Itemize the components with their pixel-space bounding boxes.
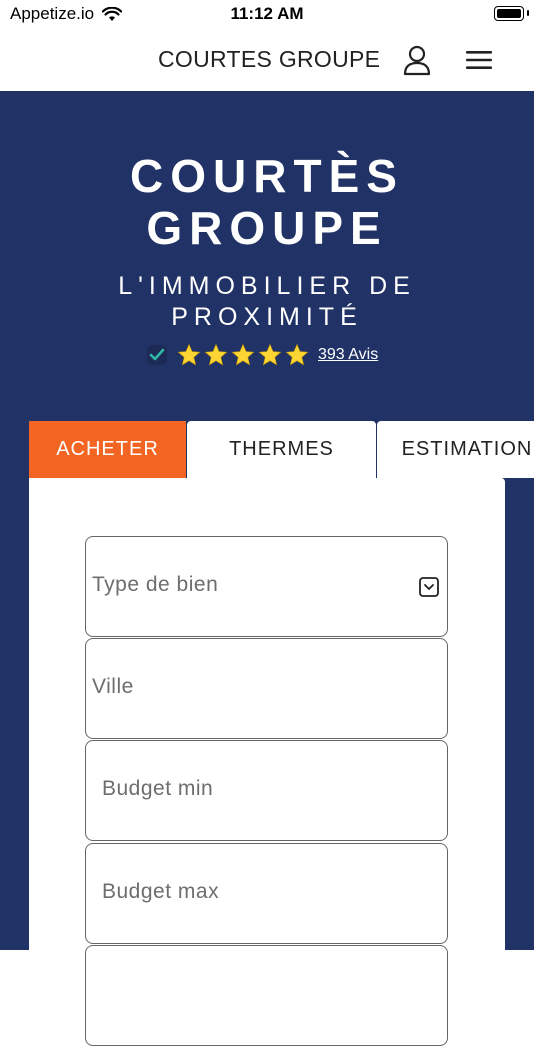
star-icon [177,343,201,366]
hero-subtitle-line1: L'IMMOBILIER DE [118,272,416,300]
budget-max-input[interactable]: Budget max [85,843,448,944]
tab-thermes[interactable]: THERMES [187,421,376,478]
battery-tip [527,10,529,16]
star-icon [231,343,255,366]
hero-subtitle-line2: PROXIMITÉ [171,303,363,331]
budget-min-placeholder: Budget min [102,777,214,800]
hero-title-line1: COURTÈS [130,150,404,202]
brand-title[interactable]: COURTES GROUPE [158,46,380,73]
top-navbar: COURTES GROUPE [0,30,534,92]
budget-max-placeholder: Budget max [102,880,220,903]
status-bar: Appetize.io 11:12 AM [0,0,534,30]
reviews-link[interactable]: 393 Avis [318,346,378,364]
rating-row: 393 Avis [146,342,378,368]
hamburger-menu-icon[interactable] [465,48,493,72]
tab-estimation[interactable]: ESTIMATION [377,421,534,478]
battery-icon [494,6,524,21]
user-account-icon[interactable] [402,44,432,76]
budget-min-input[interactable]: Budget min [85,740,448,841]
status-time: 11:12 AM [230,4,304,23]
chevron-down-icon [419,577,439,597]
star-icon [285,343,309,366]
city-input[interactable]: Ville [85,638,448,739]
star-icon [204,343,228,366]
next-field[interactable] [85,945,448,1046]
verified-check-icon [147,345,167,365]
property-type-select[interactable]: Type de bien [85,536,448,637]
property-type-placeholder: Type de bien [92,573,219,596]
star-icon [258,343,282,366]
hero-title-line2: GROUPE [146,202,388,254]
city-placeholder: Ville [92,675,134,698]
tab-acheter[interactable]: ACHETER [29,421,186,478]
